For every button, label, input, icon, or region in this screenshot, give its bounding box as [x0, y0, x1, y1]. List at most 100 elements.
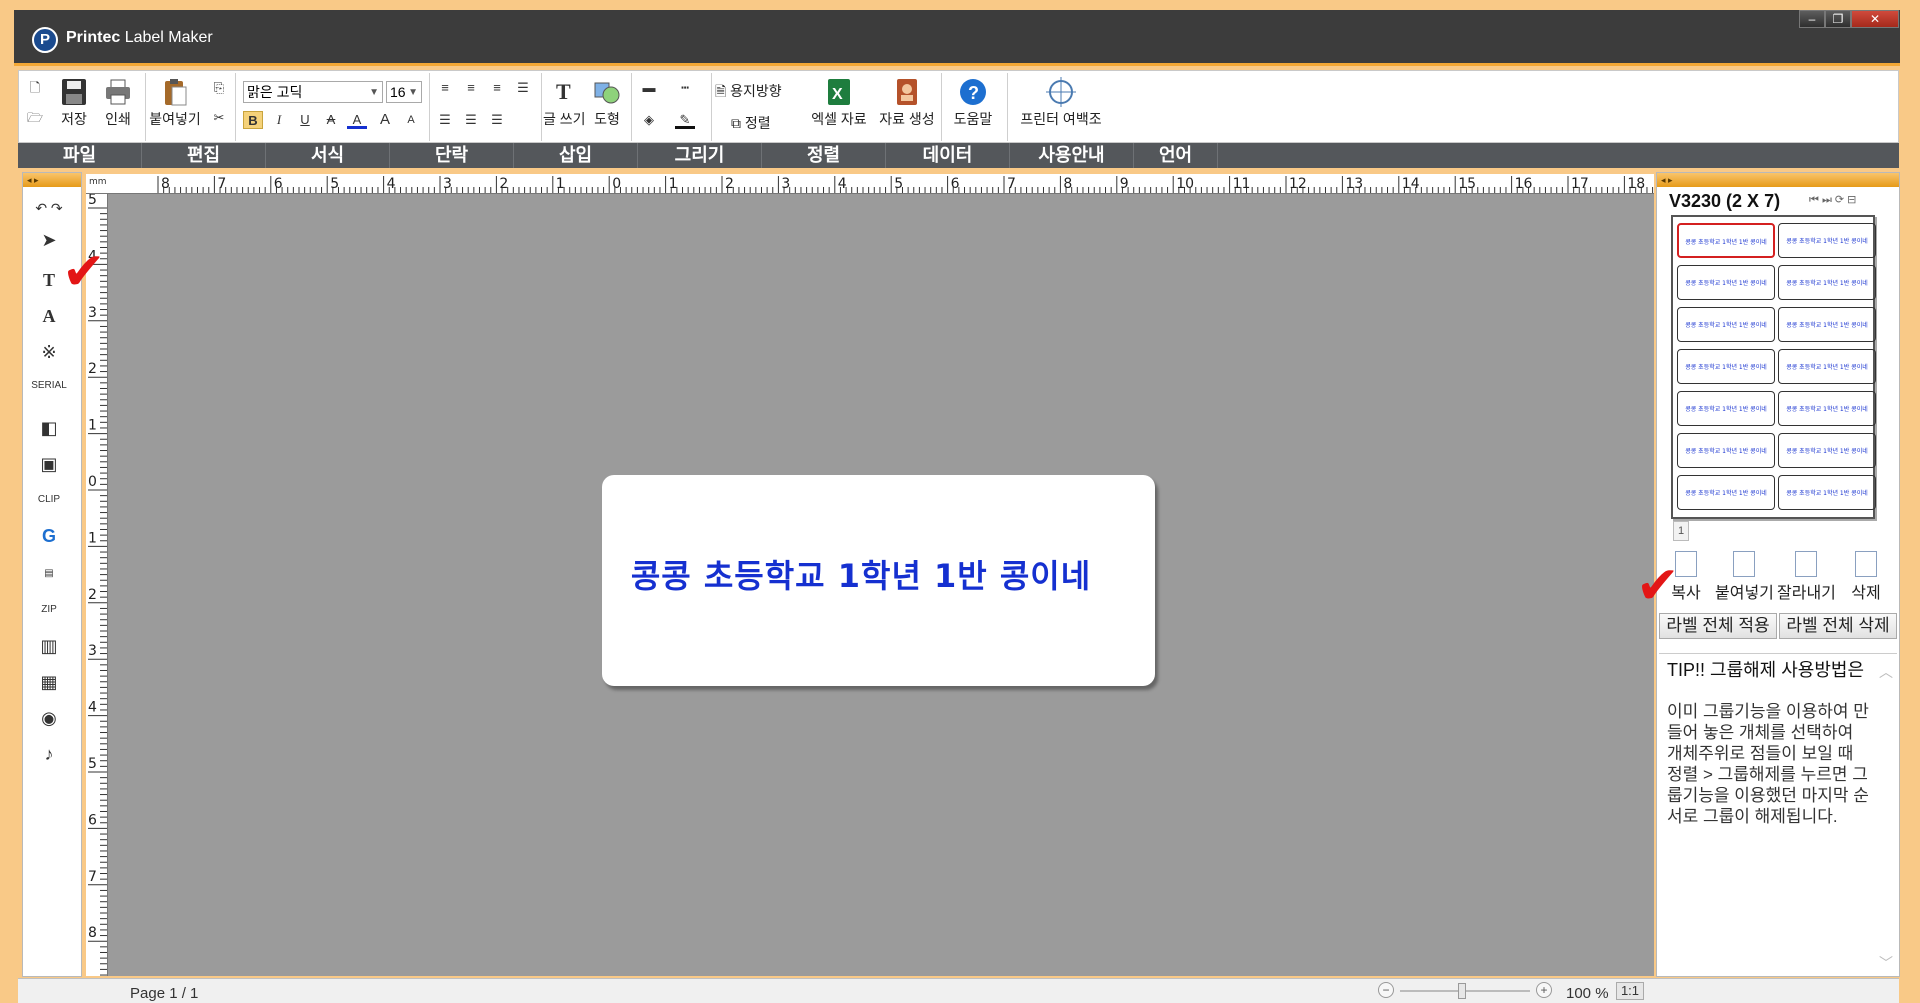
shape-button[interactable]: 도형: [587, 77, 627, 129]
open-folder-icon[interactable]: 🗁: [25, 109, 45, 127]
cd-label-icon[interactable]: ◉: [31, 703, 67, 733]
label-cell[interactable]: 콩콩 초등학교 1학년 1반 콩이네: [1677, 391, 1775, 426]
line-spacing-icon[interactable]: ☰: [513, 79, 533, 97]
label-cell[interactable]: 콩콩 초등학교 1학년 1반 콩이네: [1778, 433, 1876, 468]
menu-language[interactable]: 언어: [1134, 143, 1218, 168]
maximize-button[interactable]: ❐: [1825, 10, 1851, 28]
label-cell[interactable]: 콩콩 초등학교 1학년 1반 콩이네: [1778, 475, 1876, 510]
align-middle-icon[interactable]: ≡: [461, 79, 481, 97]
word-art-icon[interactable]: A: [31, 301, 67, 331]
paste-button[interactable]: 붙여넣기: [149, 77, 201, 129]
cut-button[interactable]: 잘라내기: [1777, 551, 1835, 603]
zoom-slider-thumb[interactable]: [1458, 983, 1466, 999]
page-number[interactable]: 1: [1673, 521, 1689, 541]
dash-style-icon[interactable]: ┅: [675, 79, 695, 97]
image-icon[interactable]: ▣: [31, 449, 67, 479]
zipcode-icon[interactable]: ZIP: [31, 595, 67, 625]
music-icon[interactable]: ♪: [31, 739, 67, 769]
font-size-select[interactable]: 16 ▼: [386, 81, 422, 103]
shrink-font-button[interactable]: A: [401, 111, 421, 129]
clipart-icon[interactable]: CLIP: [31, 485, 67, 515]
align-right-icon[interactable]: ☰: [487, 111, 507, 129]
label-cell[interactable]: 콩콩 초등학교 1학년 1반 콩이네: [1778, 265, 1876, 300]
ruler-label: 6: [88, 812, 97, 828]
panel-header[interactable]: ◂ ▸: [23, 173, 81, 187]
label-cell[interactable]: 콩콩 초등학교 1학년 1반 콩이네: [1677, 349, 1775, 384]
barcode-icon[interactable]: ▥: [31, 631, 67, 661]
label-cell[interactable]: 콩콩 초등학교 1학년 1반 콩이네: [1677, 307, 1775, 342]
menu-guide[interactable]: 사용안내: [1010, 143, 1134, 168]
label-cell[interactable]: 콩콩 초등학교 1학년 1반 콩이네: [1778, 349, 1876, 384]
undo-redo-icon[interactable]: ↶ ↷: [31, 193, 67, 223]
sheet-navigation-icons[interactable]: ⏮ ⏭ ⟳ ⊟: [1809, 193, 1856, 207]
minimize-button[interactable]: –: [1799, 10, 1825, 28]
chevron-down-icon[interactable]: ﹀: [1877, 953, 1895, 974]
font-color-button[interactable]: A: [347, 111, 367, 129]
zoom-out-button[interactable]: −: [1378, 982, 1394, 998]
label-preview[interactable]: 콩콩 초등학교 1학년 1반 콩이네: [602, 475, 1155, 686]
delete-all-button[interactable]: 라벨 전체 삭제: [1779, 613, 1897, 639]
new-file-icon[interactable]: 🗋: [25, 79, 45, 97]
grow-font-button[interactable]: A: [375, 111, 395, 129]
excel-data-button[interactable]: X 엑셀 자료: [805, 77, 873, 129]
fill-color-icon[interactable]: ◈: [639, 111, 659, 129]
label-cell[interactable]: 콩콩 초등학교 1학년 1반 콩이네: [1778, 307, 1876, 342]
google-image-icon[interactable]: G: [31, 521, 67, 551]
ruler-label: 7: [88, 869, 97, 885]
menu-insert[interactable]: 삽입: [514, 143, 638, 168]
label-cell[interactable]: 콩콩 초등학교 1학년 1반 콩이네: [1677, 475, 1775, 510]
strikethrough-button[interactable]: A: [321, 111, 341, 129]
symbol-icon[interactable]: ※: [31, 337, 67, 367]
design-canvas[interactable]: 콩콩 초등학교 1학년 1반 콩이네: [108, 194, 1654, 976]
menu-edit[interactable]: 편집: [142, 143, 266, 168]
label-cell[interactable]: 콩콩 초등학교 1학년 1반 콩이네: [1677, 223, 1775, 258]
align-top-icon[interactable]: ≡: [435, 79, 455, 97]
label-text[interactable]: 콩콩 초등학교 1학년 1반 콩이네: [602, 551, 1120, 597]
zoom-fit-button[interactable]: 1:1: [1616, 982, 1644, 1000]
align-bottom-icon[interactable]: ≡: [487, 79, 507, 97]
delete-button[interactable]: 삭제: [1837, 551, 1895, 603]
font-family-select[interactable]: 맑은 고딕 ▼: [243, 81, 383, 103]
zoom-in-button[interactable]: +: [1536, 982, 1552, 998]
bold-button[interactable]: B: [243, 111, 263, 129]
serial-number-icon[interactable]: SERIAL: [31, 371, 67, 401]
label-cell[interactable]: 콩콩 초등학교 1학년 1반 콩이네: [1677, 433, 1775, 468]
printer-margin-button[interactable]: 프린터 여백조: [1011, 77, 1111, 129]
menu-arrange[interactable]: 정렬: [762, 143, 886, 168]
text-write-button[interactable]: T 글 쓰기: [543, 77, 585, 129]
save-button[interactable]: 저장: [55, 77, 93, 129]
apply-all-button[interactable]: 라벨 전체 적용: [1659, 613, 1777, 639]
table-icon[interactable]: ▦: [31, 667, 67, 697]
italic-button[interactable]: I: [269, 111, 289, 129]
print-button[interactable]: 인쇄: [99, 77, 137, 129]
dayjob-icon[interactable]: ▤: [31, 559, 67, 589]
copy-icon[interactable]: ⎘: [209, 79, 229, 97]
menu-paragraph[interactable]: 단락: [390, 143, 514, 168]
line-style-icon[interactable]: ▬: [639, 79, 659, 97]
help-button[interactable]: ? 도움말: [947, 77, 999, 129]
label-cell[interactable]: 콩콩 초등학교 1학년 1반 콩이네: [1677, 265, 1775, 300]
menu-data[interactable]: 데이터: [886, 143, 1010, 168]
paste-button[interactable]: 붙여넣기: [1715, 551, 1773, 603]
ruler-label: 3: [88, 643, 97, 659]
panel-header[interactable]: ◂ ▸: [1657, 173, 1899, 187]
label-cell[interactable]: 콩콩 초등학교 1학년 1반 콩이네: [1778, 391, 1876, 426]
help-icon: ?: [960, 79, 986, 105]
cut-icon[interactable]: ✂: [209, 109, 229, 127]
ruler-label: 3: [88, 305, 97, 321]
label-cell[interactable]: 콩콩 초등학교 1학년 1반 콩이네: [1778, 223, 1876, 258]
underline-button[interactable]: U: [295, 111, 315, 129]
shapes-icon[interactable]: ◧: [31, 413, 67, 443]
data-generate-button[interactable]: 자료 생성: [875, 77, 939, 129]
align-left-icon[interactable]: ☰: [435, 111, 455, 129]
align-center-icon[interactable]: ☰: [461, 111, 481, 129]
close-button[interactable]: ✕: [1851, 10, 1899, 28]
tip-scrollbar[interactable]: ︿ ﹀: [1877, 662, 1895, 971]
menu-file[interactable]: 파일: [18, 143, 142, 168]
align-button[interactable]: ⧉ 정렬: [731, 113, 801, 133]
line-color-icon[interactable]: ✎: [675, 111, 695, 129]
menu-draw[interactable]: 그리기: [638, 143, 762, 168]
menu-format[interactable]: 서식: [266, 143, 390, 168]
chevron-up-icon[interactable]: ︿: [1877, 662, 1895, 683]
paper-direction-button[interactable]: 🗎 용지방향: [715, 81, 807, 105]
